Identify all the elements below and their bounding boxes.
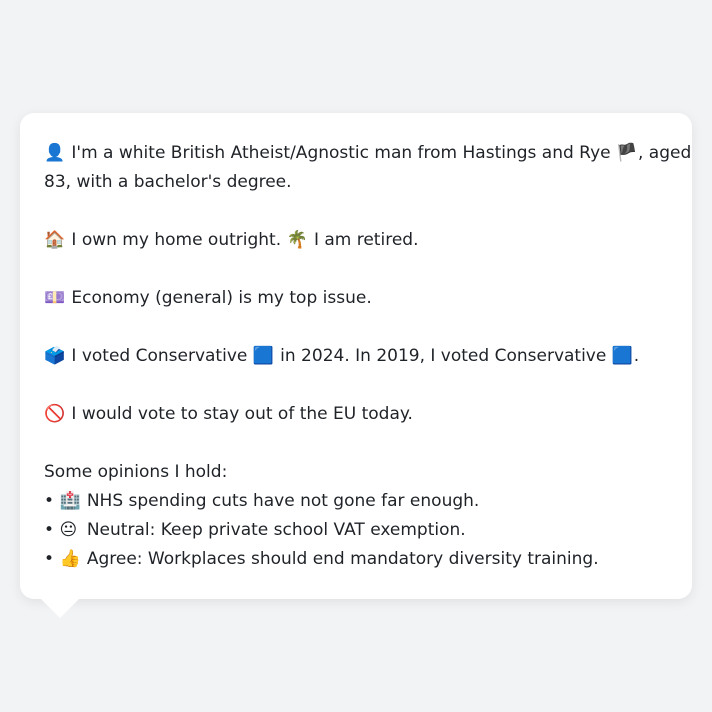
- person-icon: 👤: [44, 143, 66, 163]
- identity-text: I'm a white British Atheist/Agnostic man…: [71, 143, 611, 163]
- vote-text-b: in 2024. In 2019, I voted Conservative: [280, 346, 607, 366]
- blue-square-icon: 🟦: [611, 346, 633, 366]
- england-flag-icon: 🏴: [616, 143, 638, 163]
- list-item: • 😐 Neutral: Keep private school VAT exe…: [44, 516, 668, 545]
- thumbs-up-icon: 👍: [59, 549, 81, 569]
- ballot-box-icon: 🗳️: [44, 346, 66, 366]
- home-paragraph: 🏠 I own my home outright. 🌴 I am retired…: [44, 226, 668, 255]
- opinion-text: Neutral: Keep private school VAT exempti…: [86, 520, 466, 540]
- vote-paragraph: 🗳️ I voted Conservative 🟦 in 2024. In 20…: [44, 342, 668, 371]
- profile-card: 👤 I'm a white British Atheist/Agnostic m…: [20, 113, 692, 599]
- identity-age-label: , aged: [638, 143, 692, 163]
- neutral-face-icon: 😐: [59, 520, 78, 540]
- opinions-heading: Some opinions I hold:: [44, 462, 228, 482]
- opinions-section: Some opinions I hold: • 🏥 NHS spending c…: [44, 458, 668, 574]
- list-item: • 👍 Agree: Workplaces should end mandato…: [44, 545, 668, 574]
- bullet: •: [44, 491, 55, 511]
- hospital-icon: 🏥: [59, 491, 81, 511]
- vote-text-a: I voted Conservative: [71, 346, 248, 366]
- banknote-icon: 💷: [44, 288, 66, 308]
- home-text: I own my home outright.: [71, 230, 282, 250]
- retired-text: I am retired.: [313, 230, 419, 250]
- identity-line-1: 👤 I'm a white British Atheist/Agnostic m…: [44, 139, 691, 168]
- identity-line-2: 83, with a bachelor's degree.: [44, 172, 292, 192]
- identity-paragraph: 👤 I'm a white British Atheist/Agnostic m…: [44, 139, 691, 197]
- eu-paragraph: 🚫 I would vote to stay out of the EU tod…: [44, 400, 668, 429]
- bullet: •: [44, 549, 55, 569]
- issue-paragraph: 💷 Economy (general) is my top issue.: [44, 284, 668, 313]
- prohibited-icon: 🚫: [44, 404, 66, 424]
- issue-text: Economy (general) is my top issue.: [71, 288, 372, 308]
- blue-square-icon: 🟦: [252, 346, 274, 366]
- opinion-text: Agree: Workplaces should end mandatory d…: [86, 549, 599, 569]
- bullet: •: [44, 520, 55, 540]
- opinion-text: NHS spending cuts have not gone far enou…: [86, 491, 480, 511]
- eu-text: I would vote to stay out of the EU today…: [71, 404, 413, 424]
- speech-bubble-tail: [40, 598, 80, 618]
- house-icon: 🏠: [44, 230, 66, 250]
- list-item: • 🏥 NHS spending cuts have not gone far …: [44, 487, 668, 516]
- vote-text-end: .: [633, 346, 640, 366]
- palm-tree-icon: 🌴: [286, 230, 308, 250]
